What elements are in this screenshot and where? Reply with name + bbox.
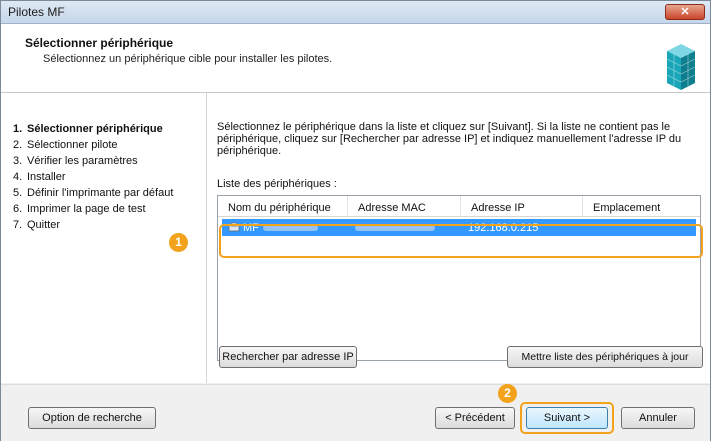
callout-badge-2: 2 xyxy=(498,384,517,403)
column-header-ip[interactable]: Adresse IP xyxy=(461,196,583,216)
wizard-header: Sélectionner périphérique Sélectionnez u… xyxy=(1,24,710,93)
page-title: Sélectionner périphérique xyxy=(25,36,174,50)
column-header-name[interactable]: Nom du périphérique xyxy=(218,196,348,216)
step-item: 4. Installer xyxy=(13,171,66,183)
title-bar: Pilotes MF ✕ xyxy=(1,1,710,24)
device-list-header: Nom du périphérique Adresse MAC Adresse … xyxy=(218,196,700,217)
step-item: 1. Sélectionner périphérique xyxy=(13,123,163,135)
step-item: 5. Définir l'imprimante par défaut xyxy=(13,187,174,199)
step-item: 2. Sélectionner pilote xyxy=(13,139,118,151)
callout-highlight-next-button xyxy=(520,402,614,434)
step-label: Vérifier les paramètres xyxy=(27,155,138,167)
steps-list: 1. Sélectionner périphérique 2. Sélectionn… xyxy=(13,123,203,235)
search-by-ip-button[interactable]: Rechercher par adresse IP xyxy=(219,346,357,368)
step-item: 3. Vérifier les paramètres xyxy=(13,155,138,167)
page-subtitle: Sélectionnez un périphérique cible pour … xyxy=(43,53,333,65)
step-label: Quitter xyxy=(27,219,61,231)
instructions-text: Sélectionnez le périphérique dans la lis… xyxy=(217,121,682,157)
search-option-button[interactable]: Option de recherche xyxy=(28,407,156,429)
device-list-label: Liste des périphériques : xyxy=(217,178,337,190)
back-button[interactable]: < Précédent xyxy=(435,407,515,429)
cube-icon xyxy=(666,44,696,90)
cancel-button[interactable]: Annuler xyxy=(621,407,695,429)
close-button[interactable]: ✕ xyxy=(665,4,705,20)
window-title: Pilotes MF xyxy=(8,5,65,19)
close-icon: ✕ xyxy=(680,6,690,18)
device-list[interactable]: Nom du périphérique Adresse MAC Adresse … xyxy=(217,195,701,361)
column-header-mac[interactable]: Adresse MAC xyxy=(348,196,461,216)
callout-badge-1: 1 xyxy=(169,233,188,252)
step-label: Installer xyxy=(27,171,66,183)
step-label: Sélectionner périphérique xyxy=(27,123,163,135)
step-item: 6. Imprimer la page de test xyxy=(13,203,146,215)
step-label: Définir l'imprimante par défaut xyxy=(27,187,174,199)
step-item: 7. Quitter xyxy=(13,219,61,231)
step-label: Imprimer la page de test xyxy=(27,203,146,215)
column-header-location[interactable]: Emplacement xyxy=(583,196,700,216)
installer-window: Pilotes MF ✕ Sélectionner périphérique S… xyxy=(0,0,711,441)
refresh-device-list-button[interactable]: Mettre liste des périphériques à jour xyxy=(507,346,703,368)
callout-highlight-device-row xyxy=(219,224,703,258)
step-label: Sélectionner pilote xyxy=(27,139,118,151)
